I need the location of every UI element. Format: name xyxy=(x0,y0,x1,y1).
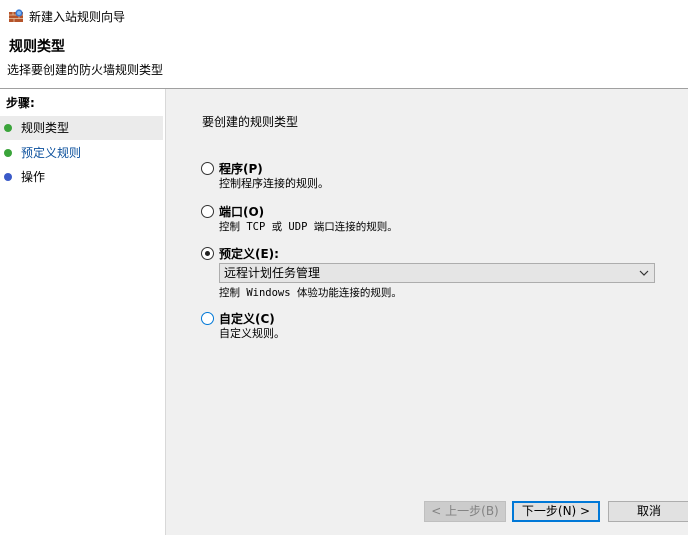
next-button[interactable]: 下一步(N) > xyxy=(512,501,600,522)
steps-title: 步骤: xyxy=(6,96,35,110)
green-bullet-icon xyxy=(4,124,12,132)
green-bullet-icon xyxy=(4,149,12,157)
step-label: 规则类型 xyxy=(21,121,70,135)
page-subtitle: 选择要创建的防火墙规则类型 xyxy=(7,63,164,77)
option-label[interactable]: 程序(P) xyxy=(219,161,263,177)
step-label: 预定义规则 xyxy=(21,146,82,160)
step-action[interactable]: 操作 xyxy=(0,165,163,189)
radio-custom[interactable] xyxy=(201,312,214,325)
option-description: 控制 Windows 体验功能连接的规则。 xyxy=(219,287,402,299)
radio-checked-dot xyxy=(205,251,210,256)
step-label: 操作 xyxy=(21,170,46,184)
option-description: 自定义规则。 xyxy=(219,327,285,340)
wizard-header: 规则类型 选择要创建的防火墙规则类型 xyxy=(0,32,688,88)
option-description: 控制程序连接的规则。 xyxy=(219,177,329,190)
option-label[interactable]: 预定义(E): xyxy=(219,246,279,262)
blue-bullet-icon xyxy=(4,173,12,181)
option-label[interactable]: 端口(O) xyxy=(219,204,264,220)
predefined-rule-select[interactable]: 远程计划任务管理 xyxy=(219,263,655,283)
radio-port[interactable] xyxy=(201,205,214,218)
content-panel: 要创建的规则类型 程序(P) 控制程序连接的规则。 端口(O) 控制 TCP 或… xyxy=(166,89,688,535)
steps-panel: 步骤: 规则类型 预定义规则 操作 xyxy=(0,89,166,535)
back-button[interactable]: < 上一步(B) xyxy=(424,501,506,522)
content-title: 要创建的规则类型 xyxy=(202,115,299,129)
firewall-shield-icon xyxy=(9,9,23,22)
cancel-button[interactable]: 取消 xyxy=(608,501,688,522)
radio-program[interactable] xyxy=(201,162,214,175)
select-value: 远程计划任务管理 xyxy=(224,266,321,280)
option-description: 控制 TCP 或 UDP 端口连接的规则。 xyxy=(219,221,398,233)
page-title: 规则类型 xyxy=(9,39,65,55)
step-rule-type[interactable]: 规则类型 xyxy=(0,116,163,140)
window-title: 新建入站规则向导 xyxy=(29,10,126,24)
option-label[interactable]: 自定义(C) xyxy=(219,311,275,327)
radio-predefined[interactable] xyxy=(201,247,214,260)
step-predefined-rules[interactable]: 预定义规则 xyxy=(0,141,163,165)
chevron-down-icon xyxy=(639,270,649,276)
title-bar: 新建入站规则向导 xyxy=(0,0,688,32)
